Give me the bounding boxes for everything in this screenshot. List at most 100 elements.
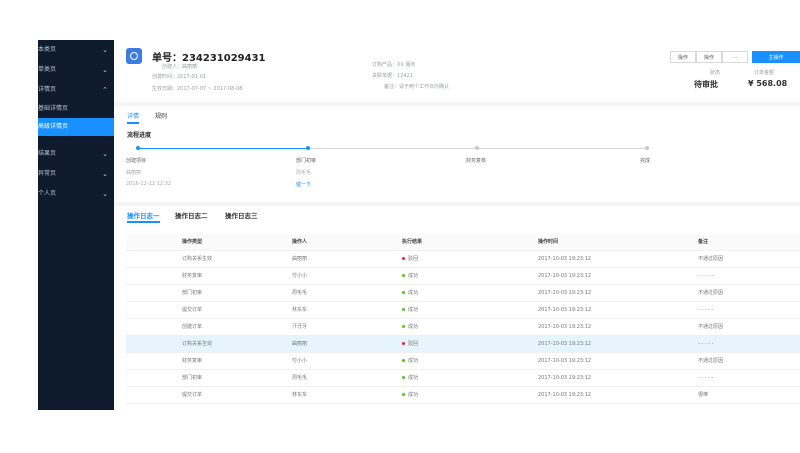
progress-card: 流程进度 创建项目 部门初审 财务复核 完成 曲丽丽 2016-12-12 12… bbox=[114, 126, 800, 202]
related-doc: 关联单据：12421 bbox=[372, 73, 413, 79]
table-cell-result: 成功 bbox=[402, 387, 418, 403]
sidebar-subitem-advanced-detail[interactable]: 高级详情页 bbox=[38, 118, 114, 136]
tab-log-3[interactable]: 操作日志三 bbox=[225, 210, 258, 220]
table-cell-type: 部门初审 bbox=[182, 290, 203, 296]
sidebar-item-label: 异常页 bbox=[38, 170, 57, 177]
step-dot bbox=[475, 146, 479, 150]
table-cell-time: 2017-10-03 19:23:12 bbox=[538, 375, 592, 381]
effective-date: 生效日期：2017-07-07 ~ 2017-08-08 bbox=[152, 86, 243, 92]
table-cell-user: 曲丽丽 bbox=[292, 256, 308, 262]
table-cell-user: 周毛毛 bbox=[292, 290, 308, 296]
sidebar-subitem-basic-detail[interactable]: 基础详情页 bbox=[38, 100, 114, 118]
amount-label: 订单金额 bbox=[754, 70, 775, 76]
page-header: 单号：234231029431 创建人：曲丽丽 创建时间：2017-01-01 … bbox=[114, 40, 800, 102]
sidebar-item-account[interactable]: 个人页 ⌄ bbox=[38, 184, 114, 204]
tab-log-1[interactable]: 操作日志一 bbox=[127, 210, 160, 223]
table-cell-type: 提交订单 bbox=[182, 307, 203, 313]
column-header: 执行结果 bbox=[402, 239, 423, 245]
result-text: 成功 bbox=[408, 273, 419, 279]
sidebar-item-label: 单类页 bbox=[38, 66, 57, 73]
step-label: 财务复核 bbox=[466, 158, 487, 164]
table-cell-time: 2017-10-03 19:23:12 bbox=[538, 358, 592, 364]
result-text: 驳回 bbox=[408, 341, 419, 347]
action-button-1[interactable]: 操作 bbox=[670, 51, 696, 63]
sidebar-item-list[interactable]: 本类页 ⌄ bbox=[38, 40, 114, 60]
page-title: 单号：234231029431 bbox=[152, 53, 266, 64]
progress-track-done bbox=[138, 148, 308, 149]
chevron-up-icon: ⌃ bbox=[102, 86, 108, 94]
table-row: 部门初审 周毛毛 成功 2017-10-03 19:23:12 - - - - - bbox=[126, 370, 800, 387]
sidebar-item-label: 结果页 bbox=[38, 150, 57, 157]
table-cell-type: 创建订单 bbox=[182, 324, 203, 330]
step-label: 完成 bbox=[640, 158, 651, 164]
table-row: 订购关系生效 曲丽丽 驳回 2017-10-03 19:23:12 - - - - - bbox=[126, 336, 800, 353]
sidebar-item-label: 个人页 bbox=[38, 190, 57, 197]
result-text: 成功 bbox=[408, 324, 419, 330]
table-cell-time: 2017-10-03 19:23:12 bbox=[538, 273, 592, 279]
tab-rules[interactable]: 规则 bbox=[155, 111, 167, 120]
status-dot-icon bbox=[402, 291, 405, 294]
status-dot-icon bbox=[402, 274, 405, 277]
step-time: 2016-12-12 12:32 bbox=[126, 181, 172, 187]
step-operator: 曲丽丽 bbox=[126, 170, 142, 176]
table-cell-result: 驳回 bbox=[402, 251, 418, 267]
table-cell-note: - - - - - bbox=[698, 341, 714, 347]
document-icon bbox=[126, 48, 142, 64]
action-button-2[interactable]: 操作 bbox=[696, 51, 722, 63]
urge-link[interactable]: 催一下 bbox=[296, 181, 311, 188]
status-dot-icon bbox=[402, 257, 405, 260]
sidebar-item-result[interactable]: 结果页 ⌄ bbox=[38, 144, 114, 164]
table-row: 部门初审 周毛毛 成功 2017-10-03 19:23:12 不通过原因 bbox=[126, 285, 800, 302]
creator: 创建人：曲丽丽 bbox=[162, 64, 198, 70]
table-cell-user: 付小小 bbox=[292, 358, 308, 364]
status-dot-icon bbox=[402, 308, 405, 311]
table-row: 财务复审 付小小 成功 2017-10-03 19:23:12 - - - - - bbox=[126, 268, 800, 285]
status-label: 状态 bbox=[710, 70, 721, 76]
log-card: 操作日志一 操作日志二 操作日志三 操作类型 操作人 执行结果 操作时间 备注 … bbox=[114, 206, 800, 410]
table-cell-type: 订购关系生效 bbox=[182, 256, 213, 262]
sidebar: 本类页 ⌄ 单类页 ⌄ 详情页 ⌃ 基础详情页 高级详情页 结果页 ⌄ 异常页 … bbox=[38, 40, 114, 410]
result-text: 成功 bbox=[408, 392, 419, 398]
sidebar-item-detail[interactable]: 详情页 ⌃ bbox=[38, 80, 114, 100]
sidebar-item-label: 本类页 bbox=[38, 46, 57, 53]
table-cell-user: 汗牙牙 bbox=[292, 324, 308, 330]
table-cell-note: - - - - - bbox=[698, 273, 714, 279]
table-cell-result: 驳回 bbox=[402, 336, 418, 352]
table-cell-result: 成功 bbox=[402, 353, 418, 369]
column-header: 操作类型 bbox=[182, 239, 203, 245]
column-header: 操作时间 bbox=[538, 239, 559, 245]
step-dot bbox=[645, 146, 649, 150]
table-cell-time: 2017-10-03 19:23:12 bbox=[538, 341, 592, 347]
chevron-down-icon: ⌄ bbox=[102, 66, 108, 74]
sidebar-item-exception[interactable]: 异常页 ⌄ bbox=[38, 164, 114, 184]
table-cell-time: 2017-10-03 19:23:12 bbox=[538, 392, 592, 398]
chevron-down-icon: ⌄ bbox=[102, 170, 108, 178]
table-cell-time: 2017-10-03 19:23:12 bbox=[538, 290, 592, 296]
sidebar-item-form[interactable]: 单类页 ⌄ bbox=[38, 60, 114, 80]
table-cell-user: 林东东 bbox=[292, 307, 308, 313]
chevron-down-icon: ⌄ bbox=[102, 46, 108, 54]
table-cell-time: 2017-10-03 19:23:12 bbox=[538, 307, 592, 313]
table-row: 订购关系生效 曲丽丽 驳回 2017-10-03 19:23:12 不通过原因 bbox=[126, 251, 800, 268]
table-cell-result: 成功 bbox=[402, 285, 418, 301]
product: 订购产品：XX 服务 bbox=[372, 62, 416, 68]
tab-log-2[interactable]: 操作日志二 bbox=[175, 210, 208, 220]
create-time: 创建时间：2017-01-01 bbox=[152, 74, 207, 80]
step-label: 创建项目 bbox=[126, 158, 147, 164]
table-cell-result: 成功 bbox=[402, 370, 418, 386]
table-row: 提交订单 林东东 成功 2017-10-03 19:23:12 很棒 bbox=[126, 387, 800, 404]
more-button[interactable]: ··· bbox=[722, 51, 748, 63]
table-cell-note: - - - - - bbox=[698, 307, 714, 313]
table-cell-type: 财务复审 bbox=[182, 358, 203, 364]
table-cell-result: 成功 bbox=[402, 302, 418, 318]
chevron-down-icon: ⌄ bbox=[102, 190, 108, 198]
amount-value: ¥ 568.08 bbox=[748, 79, 788, 88]
column-header: 操作人 bbox=[292, 239, 308, 245]
table-header-row: 操作类型 操作人 执行结果 操作时间 备注 bbox=[126, 234, 800, 251]
primary-action-button[interactable]: 主操作 bbox=[752, 51, 800, 63]
table-cell-note: 不通过原因 bbox=[698, 256, 724, 262]
status-dot-icon bbox=[402, 376, 405, 379]
status-dot-icon bbox=[402, 359, 405, 362]
tab-detail[interactable]: 详情 bbox=[127, 111, 140, 124]
table-row: 财务复审 付小小 成功 2017-10-03 19:23:12 不通过原因 bbox=[126, 353, 800, 370]
